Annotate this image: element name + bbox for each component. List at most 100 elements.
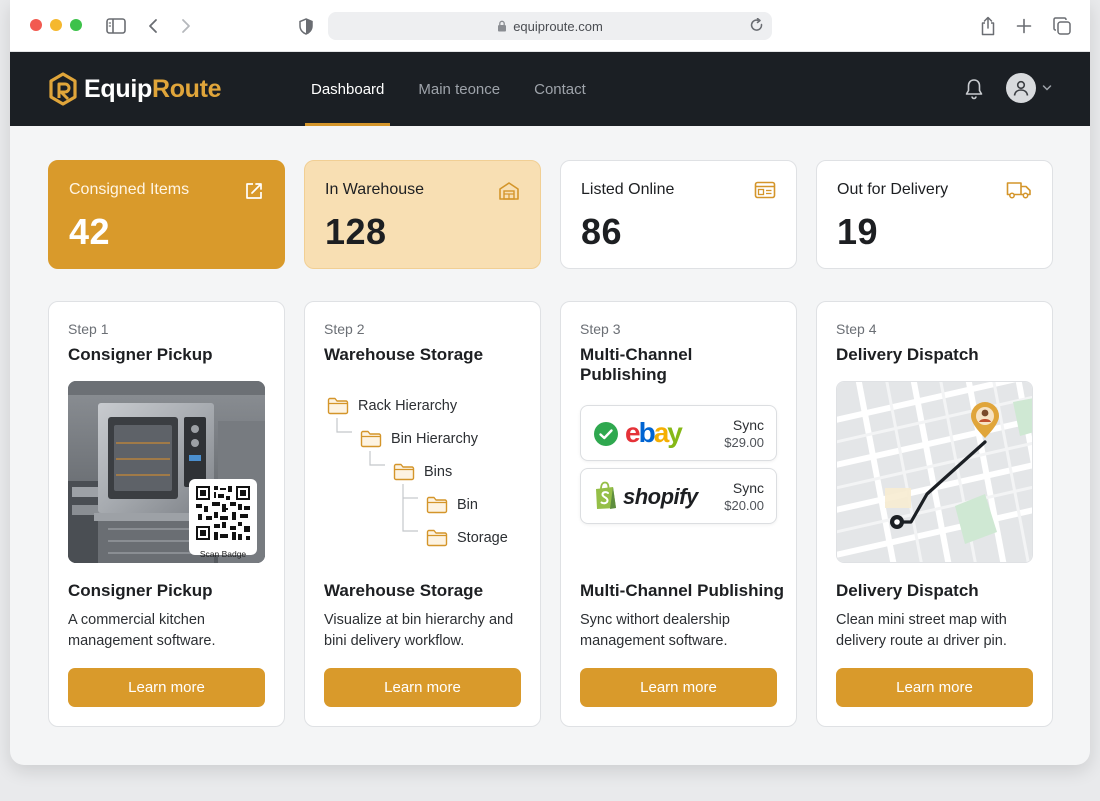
step-card-dispatch: Step 4 Delivery Dispatch Delivery Dispat… <box>816 301 1053 727</box>
step-header: Multi-Channel Publishing <box>580 345 693 384</box>
sync-price: $29.00 <box>724 435 764 450</box>
back-arrow-icon[interactable] <box>141 14 165 38</box>
shopify-wordmark: shopify <box>623 484 700 509</box>
tree-item-bin[interactable]: Bin <box>426 496 478 514</box>
minimize-window-button[interactable] <box>50 19 62 31</box>
ebay-logo: ebay <box>625 418 685 448</box>
card-title: Delivery Dispatch <box>836 581 979 600</box>
window-controls <box>30 19 82 31</box>
learn-more-button[interactable]: Learn more <box>324 668 521 707</box>
card-description: A commercial kitchen management software… <box>68 612 216 649</box>
browser-toolbar: equiproute.com <box>10 0 1090 52</box>
reload-icon[interactable] <box>750 17 764 36</box>
folder-icon <box>360 430 382 448</box>
channel-sync-info: Sync $29.00 <box>724 416 764 452</box>
stat-card-delivery[interactable]: Out for Delivery 19 <box>816 160 1053 269</box>
stat-card-warehouse[interactable]: In Warehouse 128 <box>304 160 541 269</box>
step-number: Step 3 <box>580 321 621 337</box>
learn-more-button[interactable]: Learn more <box>68 668 265 707</box>
privacy-shield-icon[interactable] <box>294 14 318 38</box>
card-title: Warehouse Storage <box>324 581 484 600</box>
address-bar[interactable]: equiproute.com <box>328 12 772 40</box>
step-number: Step 4 <box>836 321 877 337</box>
stat-card-consigned[interactable]: Consigned Items 42 <box>48 160 285 269</box>
learn-more-button[interactable]: Learn more <box>836 668 1033 707</box>
card-description: Visualize at bin hierarchy and bini deli… <box>324 612 514 649</box>
sync-status: Sync <box>732 417 764 433</box>
tree-item-label: Bin <box>457 497 478 513</box>
card-title: Consigner Pickup <box>68 581 213 600</box>
share-icon[interactable] <box>976 14 1000 38</box>
tree-item-label: Rack Hierarchy <box>358 398 458 414</box>
svg-text:shopify: shopify <box>623 484 700 509</box>
folder-icon <box>327 397 349 415</box>
channel-sync-info: Sync $20.00 <box>724 479 764 515</box>
tree-item-storage[interactable]: Storage <box>426 529 508 547</box>
zoom-window-button[interactable] <box>70 19 82 31</box>
channel-shopify[interactable]: shopify Sync $20.00 <box>580 468 777 524</box>
nav-link-main-teonce[interactable]: Main teonce <box>412 52 506 126</box>
step-card-storage: Step 2 Warehouse Storage Rack Hierarchy … <box>304 301 541 727</box>
channel-ebay[interactable]: ebay Sync $29.00 <box>580 405 777 461</box>
sync-status: Sync <box>732 480 764 496</box>
truck-icon <box>1006 181 1032 204</box>
folder-icon <box>426 529 448 547</box>
bin-hierarchy-tree: Rack Hierarchy Bin Hierarchy Bins Bin St… <box>324 381 521 563</box>
stat-label: Consigned Items <box>69 181 190 198</box>
tree-item-label: Storage <box>457 530 508 546</box>
step-header: Delivery Dispatch <box>836 345 979 364</box>
external-link-icon <box>244 181 264 206</box>
stat-value: 19 <box>837 211 879 252</box>
step-number: Step 1 <box>68 321 109 337</box>
card-description: Clean mini street map with delivery rout… <box>836 612 1007 649</box>
check-circle-icon <box>594 422 618 446</box>
notifications-bell-icon[interactable] <box>964 78 984 105</box>
tree-item-rack-hierarchy[interactable]: Rack Hierarchy <box>327 397 457 415</box>
tree-item-label: Bin Hierarchy <box>391 431 479 447</box>
user-menu[interactable] <box>1006 73 1052 103</box>
chevron-down-icon <box>1042 85 1052 91</box>
stat-value: 42 <box>69 211 111 252</box>
folder-icon <box>426 496 448 514</box>
stat-card-listed[interactable]: Listed Online 86 <box>560 160 797 269</box>
tree-item-label: Bins <box>424 464 453 480</box>
qr-code-icon <box>194 484 252 542</box>
nav-link-contact[interactable]: Contact <box>528 52 592 126</box>
svg-text:ebay: ebay <box>625 418 683 448</box>
folder-icon <box>393 463 415 481</box>
scan-badge-label: Scan Badge <box>199 549 247 559</box>
lock-icon <box>498 20 507 32</box>
delivery-map[interactable] <box>836 381 1033 563</box>
url-text: equiproute.com <box>513 18 603 34</box>
new-tab-icon[interactable] <box>1012 14 1036 38</box>
brand-logo[interactable]: EquipRoute <box>48 72 222 106</box>
card-title: Multi-Channel Publishing <box>580 581 784 600</box>
brand-name-part1: Equip <box>84 74 152 103</box>
close-window-button[interactable] <box>30 19 42 31</box>
forward-arrow-icon[interactable] <box>174 14 198 38</box>
step-card-pickup: Step 1 Consigner Pickup Scan Badge Consi… <box>48 301 285 727</box>
tree-item-bin-hierarchy[interactable]: Bin Hierarchy <box>360 430 478 448</box>
avatar <box>1006 73 1036 103</box>
tree-item-bins[interactable]: Bins <box>393 463 452 481</box>
shopify-bag-icon <box>596 481 616 509</box>
stat-label: In Warehouse <box>325 181 425 198</box>
tab-overview-icon[interactable] <box>1050 14 1074 38</box>
site-header: EquipRoute Dashboard Main teonce Contact <box>10 52 1090 126</box>
step-header: Consigner Pickup <box>68 345 213 364</box>
browser-window: equiproute.com EquipRoute Dashboard Main… <box>10 0 1090 765</box>
stat-label: Listed Online <box>581 181 675 198</box>
sync-price: $20.00 <box>724 498 764 513</box>
card-description: Sync withort dealership management softw… <box>580 612 730 649</box>
channel-list: ebay Sync $29.00 shopify Sync $20.00 <box>580 381 777 563</box>
sidebar-toggle-icon[interactable] <box>104 14 128 38</box>
nav-link-dashboard[interactable]: Dashboard <box>305 52 391 126</box>
brand-name: EquipRoute <box>84 74 222 104</box>
oven-photo: Scan Badge <box>68 381 265 563</box>
step-header: Warehouse Storage <box>324 345 484 364</box>
step-card-publishing: Step 3 Multi-Channel Publishing ebay Syn… <box>560 301 797 727</box>
user-icon <box>1013 80 1029 96</box>
scan-badge[interactable]: Scan Badge <box>189 479 257 559</box>
logo-mark-icon <box>49 72 77 106</box>
learn-more-button[interactable]: Learn more <box>580 668 777 707</box>
